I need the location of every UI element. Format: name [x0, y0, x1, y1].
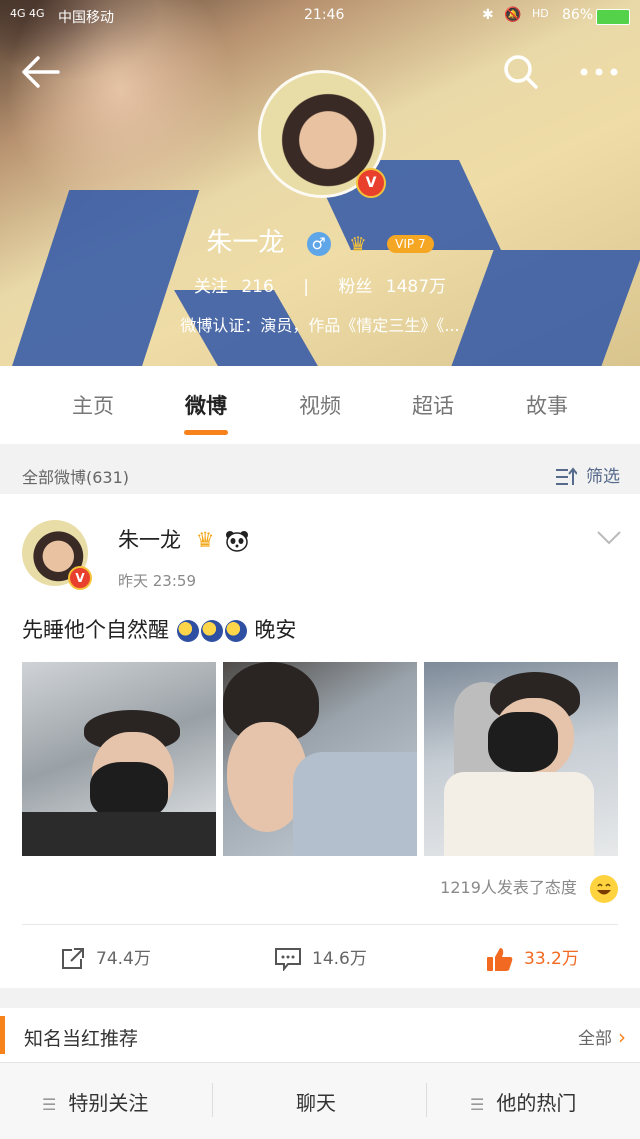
recommend-accent — [0, 1016, 5, 1054]
chevron-down-icon[interactable] — [596, 530, 622, 546]
male-icon: ♂ — [306, 231, 331, 256]
hd-call-icon: HD — [532, 7, 549, 20]
stats-divider: | — [303, 277, 309, 297]
filter-button[interactable]: 筛选 — [555, 462, 620, 487]
battery-percent: 86% — [562, 7, 594, 23]
comment-count: 14.6万 — [312, 949, 367, 969]
follow-stat[interactable]: 关注 216 — [194, 277, 279, 297]
bottom-nav: ☰ 特别关注 聊天 ☰ 他的热门 — [0, 1062, 640, 1139]
recommend-all-label: 全部 — [578, 1029, 612, 1049]
filter-bar: 全部微博(631) 筛选 — [0, 452, 640, 494]
crown-icon: ♛ — [195, 528, 215, 552]
recommend-title: 知名当红推荐 — [24, 1028, 139, 1050]
nav-divider — [426, 1083, 427, 1117]
tab-video[interactable]: 视频 — [263, 390, 377, 420]
tab-home[interactable]: 主页 — [36, 390, 150, 420]
bluetooth-icon: ✱ — [482, 7, 494, 23]
post-timestamp: 昨天 23:59 — [118, 572, 196, 590]
more-dots-icon — [580, 68, 618, 76]
verified-badge-icon: V — [68, 566, 92, 590]
post-photo[interactable] — [424, 662, 618, 856]
battery-icon — [596, 9, 630, 25]
thumbs-up-icon — [487, 948, 513, 971]
fans-label: 粉丝 — [338, 277, 373, 297]
search-icon — [504, 55, 538, 89]
moon-emoji-icon — [176, 620, 199, 642]
header-background-stripe — [446, 250, 640, 366]
vip-badge[interactable]: VIP 7 — [387, 234, 434, 253]
special-follow-button[interactable]: ☰ 特别关注 — [42, 1087, 148, 1116]
verified-badge-icon: V — [356, 168, 386, 198]
profile-stats: 关注 216 | 粉丝 1487万 — [0, 272, 640, 297]
post-text-main: 先睡他个自然醒 — [22, 618, 169, 642]
filter-icon — [555, 467, 578, 485]
post-text: 先睡他个自然醒 晚安 — [22, 614, 296, 644]
mute-icon: 🔕 — [504, 7, 522, 23]
follow-count: 216 — [241, 277, 274, 297]
post-text-end: 晚安 — [254, 618, 297, 642]
chat-button[interactable]: 聊天 — [296, 1087, 336, 1116]
crown-icon: ♛ — [348, 231, 367, 256]
nav-divider — [212, 1083, 213, 1117]
status-bar: 4G 4G 中国移动 21:46 ✱ 🔕 HD 86% — [0, 0, 640, 34]
tab-supertopic[interactable]: 超话 — [376, 390, 490, 420]
back-button[interactable] — [20, 52, 62, 92]
moon-emoji-icon — [200, 620, 223, 642]
clock: 21:46 — [304, 7, 345, 23]
verification-text[interactable]: 微博认证：演员，作品《情定三生》《... — [0, 312, 640, 336]
reaction-text: 1219人发表了态度 — [440, 878, 577, 897]
share-icon — [62, 948, 84, 969]
weibo-post: V 朱一龙 ♛ 昨天 23:59 先睡他个自然醒 晚安 1219人发表了态度 7… — [0, 494, 640, 988]
like-count: 33.2万 — [524, 949, 579, 969]
tab-story[interactable]: 故事 — [490, 390, 604, 420]
post-author-row: 朱一龙 ♛ — [118, 524, 249, 554]
comment-button[interactable]: 14.6万 — [274, 944, 367, 972]
post-photo[interactable] — [22, 662, 216, 856]
tab-weibo[interactable]: 微博 — [149, 390, 263, 420]
chevron-right-icon: › — [618, 1025, 626, 1049]
repost-count: 74.4万 — [96, 949, 151, 969]
recommend-bar: 知名当红推荐 全部 › — [0, 1008, 640, 1062]
his-popular-label: 他的热门 — [496, 1091, 577, 1115]
post-divider — [22, 924, 618, 925]
post-photo[interactable] — [223, 662, 417, 856]
repost-button[interactable]: 74.4万 — [60, 944, 151, 971]
active-tab-indicator — [184, 430, 228, 435]
more-button[interactable] — [576, 58, 622, 86]
follow-label: 关注 — [193, 277, 228, 297]
menu-icon: ☰ — [42, 1095, 57, 1114]
moon-emoji-icon — [224, 620, 247, 642]
laugh-emoji-icon — [590, 874, 618, 903]
chat-label: 聊天 — [296, 1091, 336, 1115]
carrier-label: 中国移动 — [58, 10, 114, 26]
panda-icon — [226, 531, 249, 552]
his-popular-button[interactable]: ☰ 他的热门 — [470, 1087, 576, 1116]
fans-count: 1487万 — [385, 277, 447, 297]
like-button[interactable]: 33.2万 — [486, 944, 579, 972]
reaction-summary[interactable]: 1219人发表了态度 — [440, 874, 618, 903]
special-follow-label: 特别关注 — [68, 1091, 149, 1115]
recommend-all-link[interactable]: 全部 › — [578, 1024, 626, 1049]
signal-indicator: 4G 4G — [10, 7, 45, 20]
fans-stat[interactable]: 粉丝 1487万 — [338, 277, 446, 297]
menu-icon: ☰ — [470, 1095, 485, 1114]
profile-tabs: 主页 微博 视频 超话 故事 — [0, 366, 640, 444]
post-author-name[interactable]: 朱一龙 — [118, 528, 181, 552]
filter-label: 筛选 — [586, 467, 620, 487]
comment-icon — [275, 948, 301, 972]
search-button[interactable] — [500, 52, 542, 92]
profile-name-row: 朱一龙 ♂ ♛ VIP 7 — [0, 222, 640, 259]
profile-name: 朱一龙 — [206, 228, 285, 258]
all-weibo-label[interactable]: 全部微博(631) — [22, 464, 129, 488]
back-arrow-icon — [22, 56, 60, 88]
profile-header: 4G 4G 中国移动 21:46 ✱ 🔕 HD 86% V 朱一龙 ♂ ♛ VI… — [0, 0, 640, 366]
